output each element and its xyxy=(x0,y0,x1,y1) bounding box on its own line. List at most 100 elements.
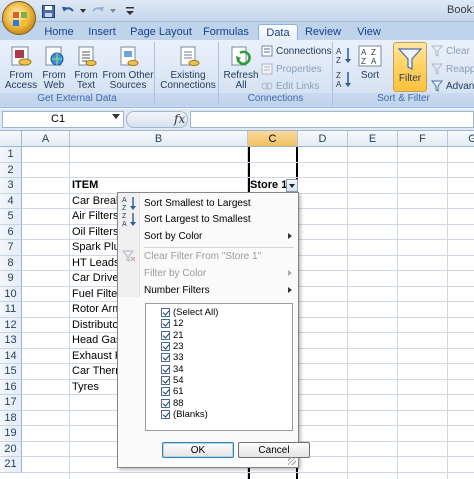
checkbox-icon[interactable] xyxy=(161,330,170,340)
checkbox-icon[interactable] xyxy=(161,364,170,374)
row-header-10[interactable]: 10 xyxy=(0,286,22,302)
row-header-11[interactable]: 11 xyxy=(0,302,22,318)
tab-page-layout[interactable]: Page Layout xyxy=(130,24,192,40)
checkbox-icon[interactable] xyxy=(161,387,170,397)
checkbox-icon[interactable] xyxy=(161,308,170,318)
cell-b13[interactable]: Head Gask xyxy=(72,334,118,346)
row-header-8[interactable]: 8 xyxy=(0,255,22,271)
row-header-2[interactable]: 2 xyxy=(0,162,22,178)
filter-value-select-all[interactable]: (Select All) xyxy=(161,307,292,318)
row-header-12[interactable]: 12 xyxy=(0,317,22,333)
clear-filter-from-store-1[interactable]: Clear Filter From "Store 1" xyxy=(144,248,294,264)
filter-value-33[interactable]: 33 xyxy=(161,352,292,363)
cell-b8[interactable]: HT Leads xyxy=(72,257,118,269)
properties-button[interactable]: Properties xyxy=(261,62,322,76)
row-header-16[interactable]: 16 xyxy=(0,379,22,395)
save-icon[interactable] xyxy=(40,3,56,19)
checkbox-icon[interactable] xyxy=(161,398,170,408)
filter-value-23[interactable]: 23 xyxy=(161,341,292,352)
row-header-4[interactable]: 4 xyxy=(0,193,22,209)
row-header-18[interactable]: 18 xyxy=(0,410,22,426)
sort-by-color[interactable]: Sort by Color xyxy=(144,228,294,244)
row-header-20[interactable]: 20 xyxy=(0,441,22,457)
cell-b11[interactable]: Rotor Arm xyxy=(72,303,118,315)
cell-b4[interactable]: Car Break xyxy=(72,195,118,207)
filter-value-54[interactable]: 54 xyxy=(161,375,292,386)
tab-insert[interactable]: Insert xyxy=(84,24,120,40)
row-header-6[interactable]: 6 xyxy=(0,224,22,240)
row-header-14[interactable]: 14 xyxy=(0,348,22,364)
cell-b15[interactable]: Car Therm xyxy=(72,365,118,377)
cell-b10[interactable]: Fuel Filte xyxy=(72,288,118,300)
row-header-15[interactable]: 15 xyxy=(0,364,22,380)
undo-dropdown-icon[interactable] xyxy=(80,3,86,19)
sort-a-to-z-button[interactable]: AZ xyxy=(336,46,352,67)
from-text-button[interactable]: From Text xyxy=(70,44,102,91)
sort-button[interactable]: AZZA Sort xyxy=(357,44,383,81)
edit-links-button[interactable]: Edit Links xyxy=(261,79,319,93)
column-header-f[interactable]: F xyxy=(398,131,448,147)
row-header-1[interactable]: 1 xyxy=(0,147,22,163)
column-header-c[interactable]: C xyxy=(248,131,298,147)
name-box-dropdown-icon[interactable] xyxy=(112,114,120,119)
column-header-d[interactable]: D xyxy=(298,131,348,147)
from-other-sources-button[interactable]: From Other Sources xyxy=(102,44,154,91)
tab-view[interactable]: View xyxy=(352,24,386,40)
cell-b9[interactable]: Car Drive xyxy=(72,272,118,284)
tab-data[interactable]: Data xyxy=(258,24,298,40)
existing-connections-button[interactable]: Existing Connections xyxy=(159,44,217,91)
filter-value-12[interactable]: 12 xyxy=(161,318,292,329)
customize-qat-icon[interactable] xyxy=(126,3,134,19)
column-header-e[interactable]: E xyxy=(348,131,398,147)
row-header-13[interactable]: 13 xyxy=(0,333,22,349)
filter-button[interactable]: Filter xyxy=(393,42,427,92)
tab-home[interactable]: Home xyxy=(40,24,78,40)
column-header-a[interactable]: A xyxy=(22,131,70,147)
row-header-5[interactable]: 5 xyxy=(0,209,22,225)
row-header-21[interactable]: 21 xyxy=(0,457,22,473)
checkbox-icon[interactable] xyxy=(161,319,170,329)
sort-z-to-a-button[interactable]: ZA xyxy=(336,70,352,91)
select-all-corner[interactable] xyxy=(0,131,22,147)
ok-button[interactable]: OK xyxy=(162,442,234,458)
row-header-7[interactable]: 7 xyxy=(0,240,22,256)
cancel-button[interactable]: Cancel xyxy=(238,442,310,458)
row-header-3[interactable]: 3 xyxy=(0,178,22,194)
row-header-19[interactable]: 19 xyxy=(0,426,22,442)
sort-largest-to-smallest[interactable]: Sort Largest to Smallest xyxy=(144,211,294,227)
connections-button[interactable]: Connections xyxy=(261,44,332,58)
tab-review[interactable]: Review xyxy=(302,24,344,40)
column-header-g[interactable]: G xyxy=(448,131,474,147)
cell-b12[interactable]: Distributo xyxy=(72,319,118,331)
cell-b14[interactable]: Exhaust R xyxy=(72,350,118,362)
cell-b3[interactable]: ITEM xyxy=(72,179,98,191)
checkbox-icon[interactable] xyxy=(161,409,170,419)
filter-value-61[interactable]: 61 xyxy=(161,386,292,397)
cell-b7[interactable]: Spark Plug xyxy=(72,241,118,253)
checkbox-icon[interactable] xyxy=(161,353,170,363)
name-box[interactable]: C1 xyxy=(2,111,124,128)
filter-by-color[interactable]: Filter by Color xyxy=(144,265,294,281)
clear-button[interactable]: Clear xyxy=(431,44,470,58)
tab-formulas[interactable]: Formulas xyxy=(200,24,252,40)
resize-grip-icon[interactable] xyxy=(288,457,296,465)
cell-b6[interactable]: Oil Filters xyxy=(72,226,118,238)
office-button[interactable] xyxy=(2,1,36,35)
from-access-button[interactable]: From Access xyxy=(4,44,38,91)
cell-b5[interactable]: Air Filters xyxy=(72,210,118,222)
redo-dropdown-icon[interactable] xyxy=(110,3,116,19)
undo-icon[interactable] xyxy=(60,3,76,19)
filter-value-34[interactable]: 34 xyxy=(161,363,292,375)
filter-value-list[interactable]: (Select All) 12 21 23 33 34 54 61 88 (Bl… xyxy=(145,303,293,431)
row-header-9[interactable]: 9 xyxy=(0,271,22,287)
checkbox-icon[interactable] xyxy=(161,375,170,385)
filter-value-blanks[interactable]: (Blanks) xyxy=(161,409,292,420)
autofilter-dropdown-button[interactable] xyxy=(286,179,298,192)
filter-value-21[interactable]: 21 xyxy=(161,330,292,341)
row-header-17[interactable]: 17 xyxy=(0,395,22,411)
redo-icon[interactable] xyxy=(90,3,106,19)
filter-value-88[interactable]: 88 xyxy=(161,397,292,409)
checkbox-icon[interactable] xyxy=(161,342,170,352)
insert-function-button[interactable]: fx xyxy=(174,112,185,126)
number-filters[interactable]: Number Filters xyxy=(144,282,294,298)
